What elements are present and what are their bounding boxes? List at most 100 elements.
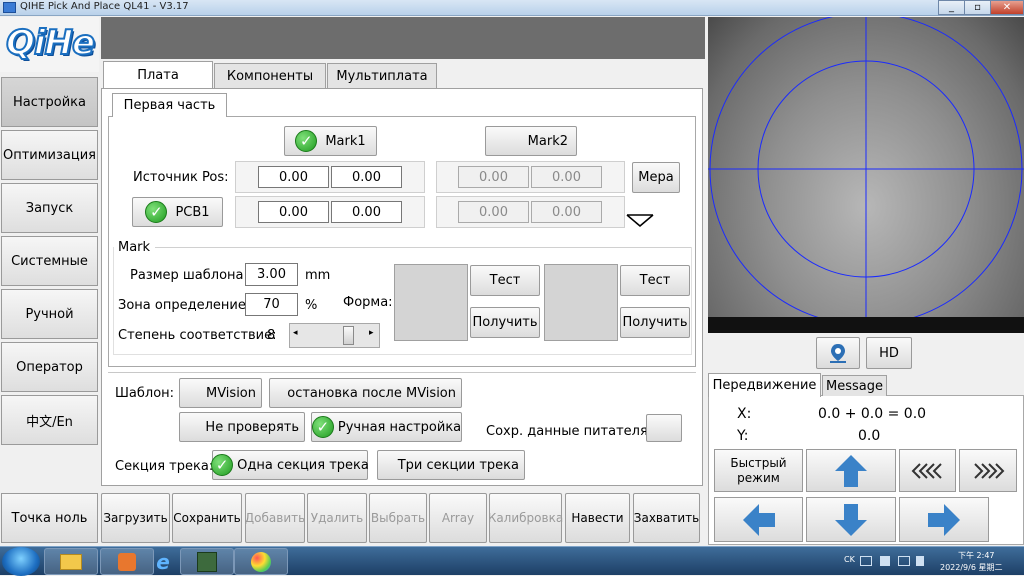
title-bar: QIHE Pick And Place QL41 - V3.17 _ ▫ ✕ xyxy=(0,0,1024,16)
zone-label: Зона определение: xyxy=(118,298,251,313)
nav-system[interactable]: Системные xyxy=(1,236,98,286)
tab-multiboard[interactable]: Мультиплата xyxy=(327,63,437,89)
load-button[interactable]: Загрузить xyxy=(101,493,170,543)
source-y1-field[interactable]: 0.00 xyxy=(331,166,402,188)
keyboard-icon[interactable] xyxy=(860,556,872,566)
paint-icon xyxy=(251,551,271,572)
header-strip xyxy=(101,17,705,59)
clock-date[interactable]: 2022/9/6 星期二 xyxy=(940,562,1002,573)
stop-after-mvision-button[interactable]: остановка после MVision xyxy=(269,378,462,408)
goto-button[interactable]: Навести xyxy=(565,493,630,543)
slider-left-arrow-icon[interactable]: ◂ xyxy=(293,328,298,338)
camera-view[interactable] xyxy=(708,17,1024,333)
source-y2-field: 0.00 xyxy=(531,166,602,188)
mark2-button[interactable]: Mark2 xyxy=(485,126,577,156)
source-x1-field[interactable]: 0.00 xyxy=(258,166,329,188)
test-button-1[interactable]: Тест xyxy=(470,265,540,296)
mark1-button[interactable]: ✓ Mark1 xyxy=(284,126,377,156)
add-button: Добавить xyxy=(245,493,305,543)
dropdown-arrow-icon[interactable] xyxy=(625,212,655,228)
volume-icon[interactable] xyxy=(916,556,924,566)
get-button-2[interactable]: Получить xyxy=(620,307,690,338)
tab-first-part[interactable]: Первая часть xyxy=(112,93,227,117)
test-button-2[interactable]: Тест xyxy=(620,265,690,296)
manual-setup-label: Ручная настройка xyxy=(337,419,462,435)
taskbar: e CK 下午 2:47 2022/9/6 星期二 xyxy=(0,546,1024,576)
capture-button[interactable]: Захватить xyxy=(633,493,700,543)
save-button[interactable]: Сохранить xyxy=(172,493,242,543)
match-slider[interactable]: ◂ ▸ xyxy=(289,323,380,348)
pcb-x1-field[interactable]: 0.00 xyxy=(258,201,329,223)
clock-time[interactable]: 下午 2:47 xyxy=(958,550,995,561)
manual-setup-button[interactable]: ✓ Ручная настройка xyxy=(311,412,462,442)
pcb-y1-field[interactable]: 0.00 xyxy=(331,201,402,223)
slider-thumb[interactable] xyxy=(343,326,354,345)
nav-run[interactable]: Запуск xyxy=(1,183,98,233)
match-label: Степень соответствие: xyxy=(118,328,277,343)
check-icon: ✓ xyxy=(145,201,168,223)
check-icon: ✓ xyxy=(311,416,334,438)
pick-place-app-icon xyxy=(197,551,217,572)
move-down-button[interactable] xyxy=(806,497,896,542)
taskbar-explorer[interactable] xyxy=(44,548,98,575)
slider-right-arrow-icon[interactable]: ▸ xyxy=(369,328,374,338)
internet-explorer-icon: e xyxy=(156,549,170,574)
minimize-button[interactable]: _ xyxy=(938,0,965,15)
nav-setup[interactable]: Настройка xyxy=(1,77,98,127)
step-right-button[interactable] xyxy=(959,449,1017,492)
tab-movement[interactable]: Передвижение xyxy=(708,373,821,397)
nav-home-zero[interactable]: Точка ноль xyxy=(1,493,98,543)
three-section-track-button[interactable]: Три секции трека xyxy=(377,450,525,480)
template-label: Шаблон: xyxy=(115,386,175,401)
locate-button[interactable] xyxy=(816,337,860,369)
nav-operator[interactable]: Оператор xyxy=(1,342,98,392)
move-right-button[interactable] xyxy=(899,497,989,542)
shape-preview-2 xyxy=(544,264,618,341)
network-icon[interactable] xyxy=(898,556,910,566)
logo-text: QiHe xyxy=(5,22,96,64)
check-icon: ✓ xyxy=(211,454,234,476)
pcb-y2-field: 0.00 xyxy=(531,201,602,223)
measure-button[interactable]: Мера xyxy=(632,162,680,193)
feeder-save-label: Сохр. данные питателя: xyxy=(486,424,653,439)
delete-button: Удалить xyxy=(307,493,367,543)
check-icon: ✓ xyxy=(295,130,318,152)
one-section-track-button[interactable]: ✓ Одна секция трека xyxy=(211,450,369,480)
move-up-button[interactable] xyxy=(806,449,896,492)
move-left-button[interactable] xyxy=(714,497,803,542)
mark1-label: Mark1 xyxy=(325,133,366,149)
match-value: 8 xyxy=(267,328,276,343)
restore-button[interactable]: ▫ xyxy=(964,0,991,15)
nav-manual[interactable]: Ручной xyxy=(1,289,98,339)
tab-board[interactable]: Плата xyxy=(103,61,213,89)
tab-components[interactable]: Компоненты xyxy=(214,63,326,89)
double-chevron-left-icon xyxy=(911,462,942,479)
nav-language[interactable]: 中文/En xyxy=(1,395,98,445)
input-language[interactable]: CK xyxy=(844,555,855,564)
tab-message[interactable]: Message xyxy=(822,375,887,396)
nav-optimization[interactable]: Оптимизация xyxy=(1,130,98,180)
start-button[interactable] xyxy=(2,547,40,576)
template-size-field[interactable]: 3.00 xyxy=(245,263,298,286)
get-button-1[interactable]: Получить xyxy=(470,307,540,338)
section-divider xyxy=(108,372,696,373)
step-left-button[interactable] xyxy=(899,449,956,492)
camera-bottom-edge xyxy=(708,317,1024,333)
fast-mode-button[interactable]: Быстрый режим xyxy=(714,449,803,492)
taskbar-pick-place[interactable] xyxy=(180,548,234,575)
track-label: Секция трека: xyxy=(115,459,214,474)
taskbar-paint[interactable] xyxy=(234,548,288,575)
close-button[interactable]: ✕ xyxy=(990,0,1024,15)
double-chevron-right-icon xyxy=(974,462,1005,479)
no-check-button[interactable]: Не проверять xyxy=(179,412,305,442)
hd-button[interactable]: HD xyxy=(866,337,912,369)
zone-field[interactable]: 70 xyxy=(245,293,298,316)
pcb1-label: PCB1 xyxy=(175,204,210,220)
calibration-button: Калибровка xyxy=(488,493,563,543)
pcb1-button[interactable]: ✓ PCB1 xyxy=(132,197,223,227)
source-x2-field: 0.00 xyxy=(458,166,529,188)
feeder-save-checkbox[interactable] xyxy=(646,414,682,442)
mvision-button[interactable]: MVision xyxy=(179,378,262,408)
flag-icon[interactable] xyxy=(880,556,890,566)
one-section-label: Одна секция трека xyxy=(237,457,369,473)
